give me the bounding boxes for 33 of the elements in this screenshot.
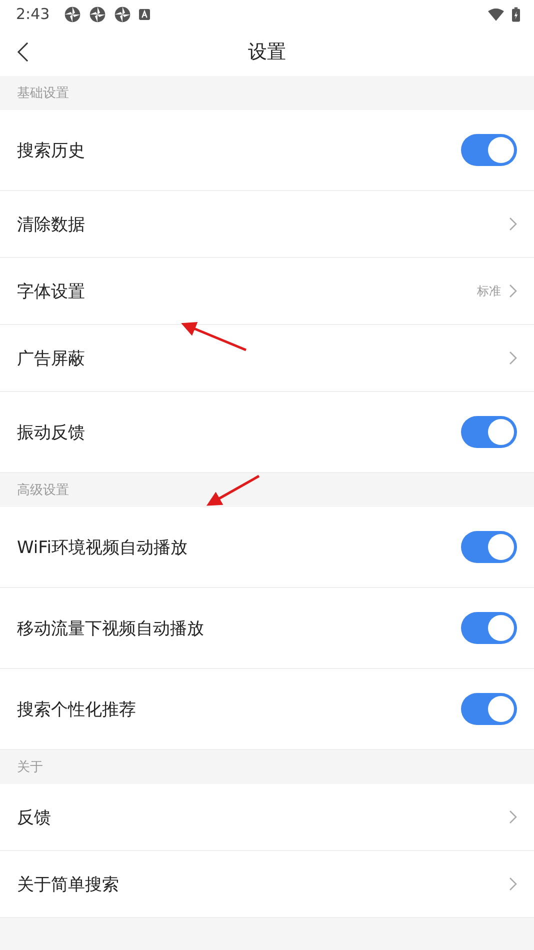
- section-title: 关于: [17, 759, 43, 776]
- setting-label: 字体设置: [17, 280, 86, 302]
- letter-notification-icon: [138, 8, 150, 20]
- setting-value: 标准: [477, 282, 501, 300]
- status-time: 2:43: [16, 5, 50, 23]
- chevron-icon[interactable]: [509, 351, 517, 365]
- toggle-switch[interactable]: [461, 531, 517, 563]
- setting-label: 关于简单搜索: [17, 874, 120, 896]
- page-title: 设置: [248, 40, 286, 65]
- toggle-switch[interactable]: [461, 134, 517, 166]
- app-notification-icon: [88, 6, 106, 22]
- app-notification-icon: [114, 6, 131, 22]
- setting-label: 反馈: [17, 806, 52, 828]
- setting-label: WiFi环境视频自动播放: [17, 536, 188, 558]
- chevron-icon[interactable]: [509, 284, 517, 298]
- section-title: 高级设置: [17, 482, 69, 499]
- battery-icon: [512, 6, 520, 22]
- chevron-icon[interactable]: [509, 810, 517, 824]
- setting-label: 搜索历史: [17, 140, 86, 162]
- chevron-icon[interactable]: [509, 217, 517, 231]
- wifi-icon: [488, 8, 504, 20]
- setting-label: 广告屏蔽: [17, 348, 86, 370]
- app-notification-icon: [64, 6, 81, 22]
- chevron-icon[interactable]: [509, 877, 517, 891]
- back-icon[interactable]: [17, 42, 29, 62]
- toggle-switch[interactable]: [461, 693, 517, 725]
- setting-label: 振动反馈: [17, 422, 86, 444]
- setting-label: 清除数据: [17, 214, 86, 236]
- toggle-switch[interactable]: [461, 612, 517, 644]
- section-title: 基础设置: [17, 85, 69, 102]
- setting-label: 移动流量下视频自动播放: [17, 618, 205, 640]
- setting-label: 搜索个性化推荐: [17, 698, 137, 720]
- toggle-switch[interactable]: [461, 416, 517, 448]
